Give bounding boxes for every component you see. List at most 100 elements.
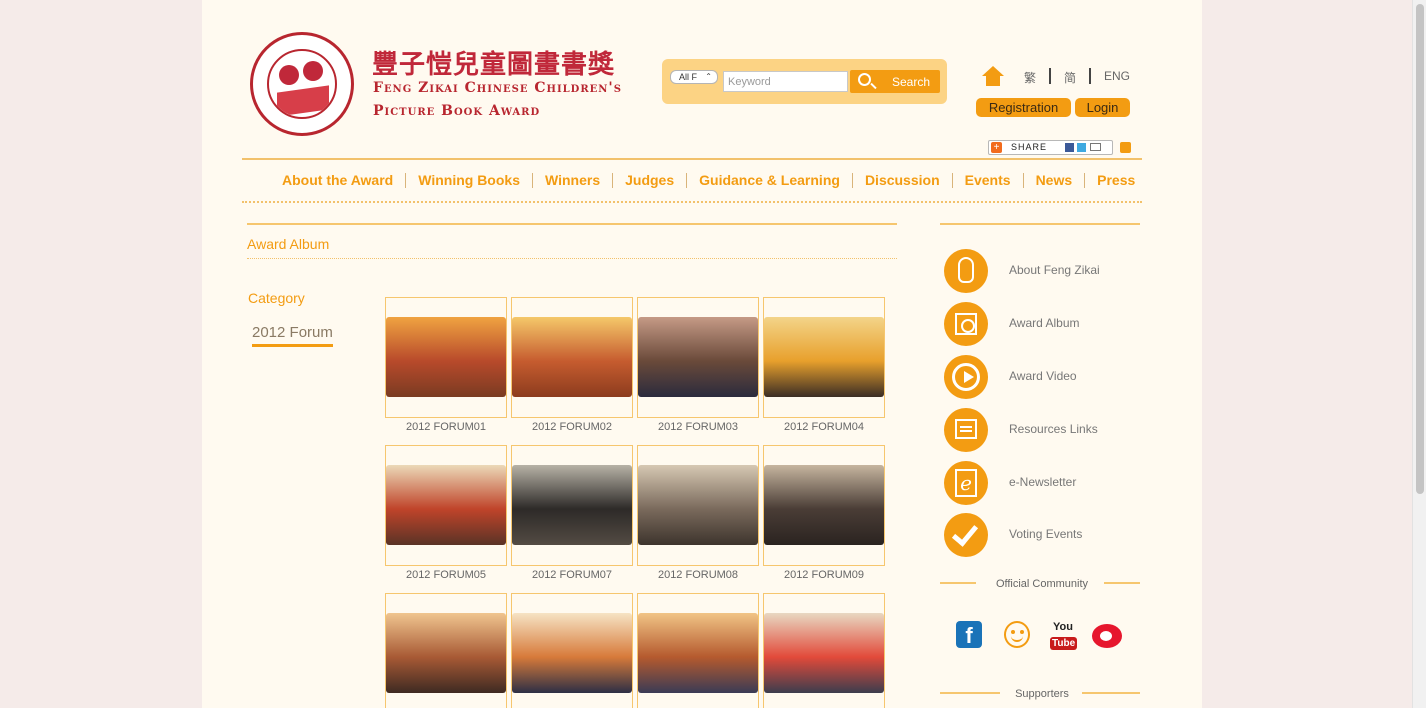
album-photo-image [386, 613, 506, 693]
nav-winning-books[interactable]: Winning Books [418, 172, 520, 188]
logo-illustration [267, 49, 337, 119]
nav-judges[interactable]: Judges [625, 172, 674, 188]
album-photo-thumbnail[interactable] [385, 297, 507, 418]
sidebar-item-label: Resources Links [1009, 422, 1098, 436]
sidebar-item-label: e-Newsletter [1009, 475, 1077, 489]
login-button[interactable]: Login [1075, 98, 1130, 117]
album-photo-image [638, 465, 758, 545]
sidebar-item-icon-circle [944, 302, 988, 346]
album-photo-thumbnail[interactable] [511, 593, 633, 708]
sidebar-item-icon-circle [944, 513, 988, 557]
album-photo-caption[interactable]: 2012 FORUM04 [763, 421, 885, 433]
category-heading: Category [248, 290, 305, 306]
community-heading: Official Community [995, 578, 1089, 590]
album-photo-caption[interactable]: 2012 FORUM09 [763, 569, 885, 581]
album-photo-image [512, 465, 632, 545]
nav-about-the-award[interactable]: About the Award [282, 172, 393, 188]
album-photo-image [764, 613, 884, 693]
search-button-label: Search [892, 75, 931, 89]
sidebar-item-about-feng-zikai[interactable]: About Feng Zikai [944, 249, 1144, 293]
category-link-2012-forum[interactable]: 2012 Forum [252, 324, 333, 347]
sidebar-item-award-video[interactable]: Award Video [944, 355, 1144, 399]
sidebar-item-award-album[interactable]: Award Album [944, 302, 1144, 346]
nav-guidance-learning[interactable]: Guidance & Learning [699, 172, 840, 188]
home-icon[interactable] [982, 66, 1004, 88]
page-container: 豐子愷兒童圖畫書獎 Feng Zikai Chinese Children's … [202, 0, 1202, 708]
sidebar-item-resources-links[interactable]: Resources Links [944, 408, 1144, 452]
supporters-rule-right [1082, 692, 1140, 694]
rss-icon[interactable] [1120, 142, 1131, 153]
album-photo-caption[interactable]: 2012 FORUM05 [385, 569, 507, 581]
album-photo-caption[interactable]: 2012 FORUM07 [511, 569, 633, 581]
lang-traditional[interactable]: 繁 [1024, 69, 1036, 86]
award-seal-logo[interactable] [250, 32, 354, 136]
supporters-rule-left [940, 692, 1000, 694]
brand-title-chinese: 豐子愷兒童圖畫書獎 [372, 50, 616, 80]
photo-frame-icon [955, 313, 977, 335]
album-photo-thumbnail[interactable] [511, 445, 633, 566]
nav-divider [405, 172, 407, 188]
plus-icon: + [991, 142, 1002, 153]
sidebar-item-icon-circle [944, 408, 988, 452]
weibo-icon[interactable] [1092, 624, 1122, 648]
sidebar-item-label: Award Album [1009, 316, 1080, 330]
content-top-rule [247, 223, 897, 225]
album-photo-thumbnail[interactable] [763, 445, 885, 566]
share-label: SHARE [1011, 142, 1048, 152]
search-input[interactable]: Keyword [723, 71, 848, 92]
nav-divider [951, 172, 953, 188]
sidebar-item-label: Voting Events [1009, 527, 1083, 541]
smiley-community-icon[interactable] [1004, 621, 1030, 648]
search-scope-select[interactable]: All F ⌃ [670, 70, 718, 84]
album-photo-image [638, 613, 758, 693]
album-photo-thumbnail[interactable] [637, 297, 759, 418]
nav-events[interactable]: Events [965, 172, 1011, 188]
registration-button[interactable]: Registration [976, 98, 1071, 117]
lang-divider [1089, 68, 1091, 84]
album-photo-thumbnail[interactable] [763, 297, 885, 418]
album-photo-thumbnail[interactable] [385, 593, 507, 708]
supporters-heading: Supporters [1015, 688, 1069, 700]
album-photo-thumbnail[interactable] [637, 593, 759, 708]
share-button[interactable]: + SHARE [988, 140, 1113, 155]
nav-discussion[interactable]: Discussion [865, 172, 940, 188]
brand-title-english-line2: Picture Book Award [373, 103, 541, 119]
album-photo-thumbnail[interactable] [637, 445, 759, 566]
youtube-you-text: You [1053, 621, 1073, 633]
nav-divider [851, 172, 853, 188]
sidebar-item-label: About Feng Zikai [1009, 263, 1100, 277]
lang-simplified[interactable]: 简 [1064, 69, 1076, 86]
logo-child-right [303, 61, 323, 81]
logo-book [277, 85, 329, 117]
content-title-rule [247, 258, 897, 259]
search-button[interactable]: Search [850, 70, 940, 93]
album-photo-caption[interactable]: 2012 FORUM03 [637, 421, 759, 433]
lang-english[interactable]: ENG [1104, 69, 1130, 83]
sidebar-item-e-newsletter[interactable]: e e-Newsletter [944, 461, 1144, 505]
scrollbar-thumb[interactable] [1416, 4, 1424, 494]
album-photo-caption[interactable]: 2012 FORUM08 [637, 569, 759, 581]
album-photo-caption[interactable]: 2012 FORUM01 [385, 421, 507, 433]
search-scope-value: All F [679, 72, 697, 82]
nav-divider [1022, 172, 1024, 188]
community-rule-right [1104, 582, 1140, 584]
sidebar-item-voting-events[interactable]: Voting Events [944, 513, 1144, 557]
page-scrollbar[interactable] [1412, 0, 1426, 708]
nav-winners[interactable]: Winners [545, 172, 600, 188]
album-photo-thumbnail[interactable] [763, 593, 885, 708]
sidebar-item-icon-circle [944, 355, 988, 399]
album-photo-caption[interactable]: 2012 FORUM02 [511, 421, 633, 433]
portrait-icon [958, 257, 974, 283]
sidebar-item-icon-circle: e [944, 461, 988, 505]
youtube-icon[interactable]: You Tube [1050, 621, 1078, 650]
nav-divider [612, 172, 614, 188]
nav-news[interactable]: News [1036, 172, 1073, 188]
search-panel: All F ⌃ Keyword Search [662, 59, 947, 104]
nav-press[interactable]: Press [1097, 172, 1135, 188]
twitter-mini-icon [1077, 143, 1086, 152]
checkmark-icon [951, 519, 979, 547]
facebook-icon[interactable]: f [956, 621, 982, 648]
youtube-tube-text: Tube [1050, 637, 1078, 650]
album-photo-thumbnail[interactable] [511, 297, 633, 418]
album-photo-thumbnail[interactable] [385, 445, 507, 566]
